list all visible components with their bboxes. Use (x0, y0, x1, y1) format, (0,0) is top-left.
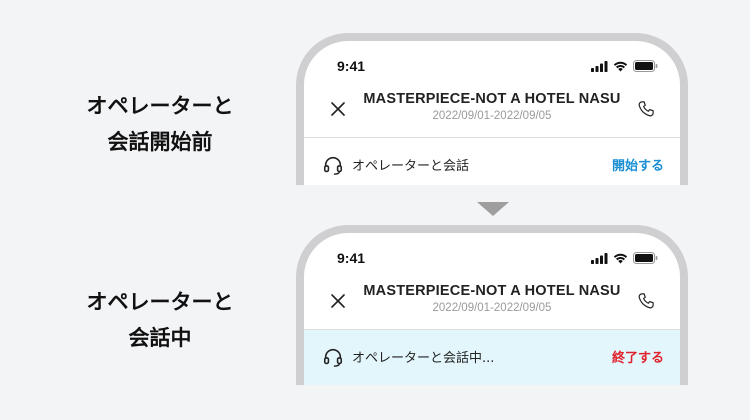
down-arrow-icon (477, 202, 509, 216)
caption-line1: オペレーターと (86, 94, 234, 118)
phone-frame-before: 9:41 MASTERPIECE-NOT A HOTEL NASU 2022/0… (296, 33, 688, 185)
headset-icon (323, 156, 343, 175)
caption-line2: 会話開始前 (107, 130, 213, 154)
hotel-name: MASTERPIECE-NOT A HOTEL NASU (363, 283, 621, 299)
operator-chat-label: オペレーターと会話 (352, 159, 470, 174)
call-button[interactable] (634, 289, 658, 313)
phone-frame-during: 9:41 MASTERPIECE-NOT A HOTEL NASU 2022/0… (296, 225, 688, 385)
status-time: 9:41 (337, 250, 366, 266)
wifi-icon (613, 253, 628, 263)
caption-line1: オペレーターと (86, 290, 234, 314)
stay-dates: 2022/09/01-2022/09/05 (432, 302, 552, 314)
phone-screen: 9:41 MASTERPIECE-NOT A HOTEL NASU 2022/0… (304, 41, 680, 185)
status-bar: 9:41 (304, 247, 680, 269)
caption-line2: 会話中 (128, 326, 192, 350)
signal-icon (591, 252, 608, 264)
status-icons (591, 251, 658, 265)
operator-chat-bar: オペレーターと会話 開始する (304, 138, 680, 185)
status-bar: 9:41 (304, 55, 680, 77)
status-icons (591, 59, 658, 73)
battery-icon (633, 252, 658, 264)
start-chat-button[interactable]: 開始する (612, 155, 664, 174)
call-button[interactable] (634, 97, 658, 121)
status-time: 9:41 (337, 58, 366, 74)
phone-icon (638, 101, 654, 117)
battery-icon (633, 60, 658, 72)
operator-chat-bar-active: オペレーターと会話中... 終了する (304, 330, 680, 385)
hotel-name: MASTERPIECE-NOT A HOTEL NASU (363, 91, 621, 107)
headset-icon (323, 348, 343, 367)
stay-dates: 2022/09/01-2022/09/05 (432, 110, 552, 122)
caption-before-chat: オペレーターと 会話開始前 (40, 88, 280, 160)
operator-chat-label: オペレーターと会話中... (352, 351, 495, 366)
wifi-icon (613, 61, 628, 71)
signal-icon (591, 60, 608, 72)
phone-screen: 9:41 MASTERPIECE-NOT A HOTEL NASU 2022/0… (304, 233, 680, 385)
phone-icon (638, 293, 654, 309)
reservation-header: MASTERPIECE-NOT A HOTEL NASU 2022/09/01-… (304, 85, 680, 138)
reservation-header: MASTERPIECE-NOT A HOTEL NASU 2022/09/01-… (304, 277, 680, 330)
caption-during-chat: オペレーターと 会話中 (40, 284, 280, 356)
end-chat-button[interactable]: 終了する (612, 347, 664, 366)
